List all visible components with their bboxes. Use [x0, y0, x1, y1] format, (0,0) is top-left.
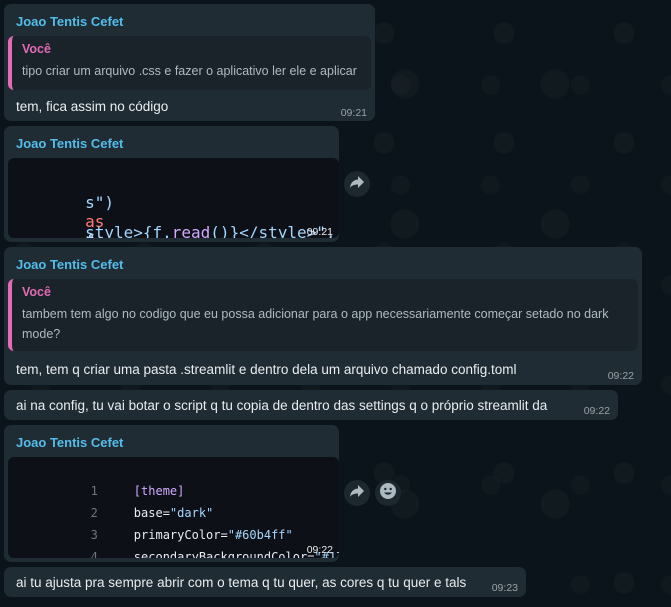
quote-text: tambem tem algo no codigo que eu possa a…: [22, 304, 630, 344]
line-number: 4: [90, 550, 98, 558]
message-text: tem, tem q criar uma pasta .streamlit e …: [16, 362, 517, 377]
message-time: 09:22: [607, 370, 634, 382]
quote-line: tambem tem algo no codigo que eu possa a…: [22, 307, 609, 321]
message-bubble[interactable]: Joao Tentis Cefet 1 [theme] 2 base="dark" …: [4, 425, 339, 562]
code-function: read: [171, 223, 211, 238]
sender-name[interactable]: Joao Tentis Cefet: [16, 136, 123, 151]
message-time: 09:22: [583, 405, 610, 417]
message-text: ai na config, tu vai botar o script q tu…: [16, 398, 548, 413]
code-line: style>{f.read()}</style>", unsafe_: [8, 204, 339, 238]
sender-name[interactable]: Joao Tentis Cefet: [16, 257, 123, 272]
quote-text: tipo criar um arquivo .css e fazer o apl…: [22, 64, 357, 78]
quote-line: mode?: [22, 327, 61, 341]
message-text: tem, fica assim no código: [16, 99, 169, 114]
message-time: 09:22: [306, 544, 333, 556]
message-bubble[interactable]: Joao Tentis Cefet s") as f: style>{f.rea…: [4, 126, 339, 242]
emoji-reaction-icon: [379, 482, 397, 505]
message-time: 09:23: [491, 582, 518, 594]
message-bubble[interactable]: ai tu ajusta pra sempre abrir com o tema…: [4, 567, 526, 597]
code-image[interactable]: 1 [theme] 2 base="dark" 3 primaryColor="#60…: [8, 457, 339, 558]
message-time: 09:21: [340, 107, 367, 119]
code-image[interactable]: s") as f: style>{f.read()}</style>", uns…: [8, 158, 339, 238]
quote-author: Você: [22, 285, 51, 299]
forward-icon: [349, 175, 365, 194]
message-text: ai tu ajusta pra sempre abrir com o tema…: [16, 575, 467, 590]
quoted-message[interactable]: Você tambem tem algo no codigo que eu po…: [8, 279, 638, 351]
sender-name[interactable]: Joao Tentis Cefet: [16, 14, 123, 29]
code-token: style>{f.: [85, 223, 172, 238]
forward-button[interactable]: [344, 480, 370, 506]
message-bubble[interactable]: ai na config, tu vai botar o script q tu…: [4, 390, 618, 420]
code-line: 4secondaryBackgroundColor="#172639": [8, 536, 339, 558]
message-bubble[interactable]: Joao Tentis Cefet Você tambem tem algo n…: [4, 247, 642, 385]
forward-icon: [349, 484, 365, 503]
quote-author: Você: [22, 42, 51, 56]
forward-button[interactable]: [344, 171, 370, 197]
chat-panel: Joao Tentis Cefet Você tipo criar um arq…: [0, 0, 671, 607]
message-bubble[interactable]: Joao Tentis Cefet Você tipo criar um arq…: [4, 4, 375, 121]
message-time: 09:21: [306, 226, 333, 238]
sender-name[interactable]: Joao Tentis Cefet: [16, 435, 123, 450]
code-token: secondaryBackgroundColor=: [133, 550, 315, 558]
quoted-message[interactable]: Você tipo criar um arquivo .css e fazer …: [8, 36, 371, 90]
emoji-reaction-button[interactable]: [375, 480, 401, 506]
